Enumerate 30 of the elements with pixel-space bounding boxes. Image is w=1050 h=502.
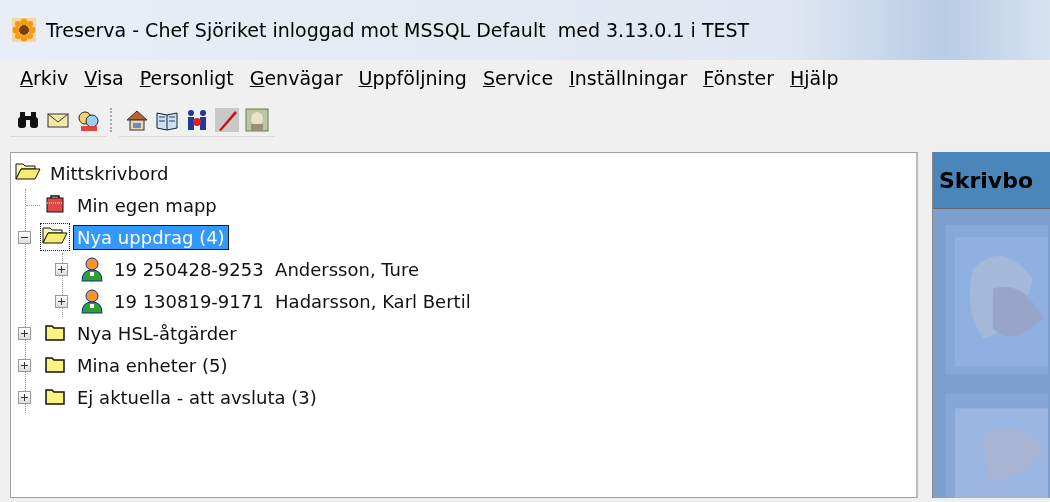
framed-picture-icon[interactable]: [245, 107, 269, 132]
tree-item[interactable]: Mittskrivbord: [47, 161, 172, 185]
person-icon: [79, 256, 105, 282]
tree-item[interactable]: Mina enheter (5): [74, 353, 231, 377]
menu-item[interactable]: Service: [474, 65, 562, 91]
tree-item[interactable]: 19 130819-9171 Hadarsson, Karl Bertil: [111, 289, 474, 313]
menu-item[interactable]: Uppföljning: [350, 65, 475, 91]
figures-icon[interactable]: [185, 107, 209, 132]
tree-item[interactable]: 19 250428-9253 Andersson, Ture: [111, 257, 423, 281]
menu-item[interactable]: Fönster: [695, 65, 783, 91]
panel-header: Skrivbo: [933, 152, 1050, 209]
collapse-icon[interactable]: [18, 230, 31, 244]
window-title: Treserva - Chef Sjöriket inloggad mot MSSQL Default med 3.13.0.1 i TEST: [46, 19, 750, 41]
person-icon: [79, 288, 105, 314]
menu-item[interactable]: Hjälp: [782, 65, 847, 91]
tree-item[interactable]: Min egen mapp: [74, 193, 220, 217]
menu-item[interactable]: Genvägar: [241, 65, 351, 91]
tree-item[interactable]: Ej aktuella - att avsluta (3): [74, 385, 320, 409]
expand-icon[interactable]: [55, 294, 68, 308]
expand-icon[interactable]: [18, 390, 31, 404]
expand-icon[interactable]: [55, 262, 68, 276]
menu-item[interactable]: Visa: [76, 65, 132, 91]
expand-icon[interactable]: [18, 326, 31, 340]
pen-icon[interactable]: [215, 107, 239, 132]
menu-item[interactable]: Personligt: [131, 65, 242, 91]
menu-item[interactable]: Inställningar: [561, 65, 696, 91]
tree-item[interactable]: Nya HSL-åtgärder: [74, 321, 240, 345]
menu-item[interactable]: Arkiv: [12, 65, 77, 91]
expand-icon[interactable]: [18, 358, 31, 372]
sunflower-icon: [12, 18, 36, 42]
